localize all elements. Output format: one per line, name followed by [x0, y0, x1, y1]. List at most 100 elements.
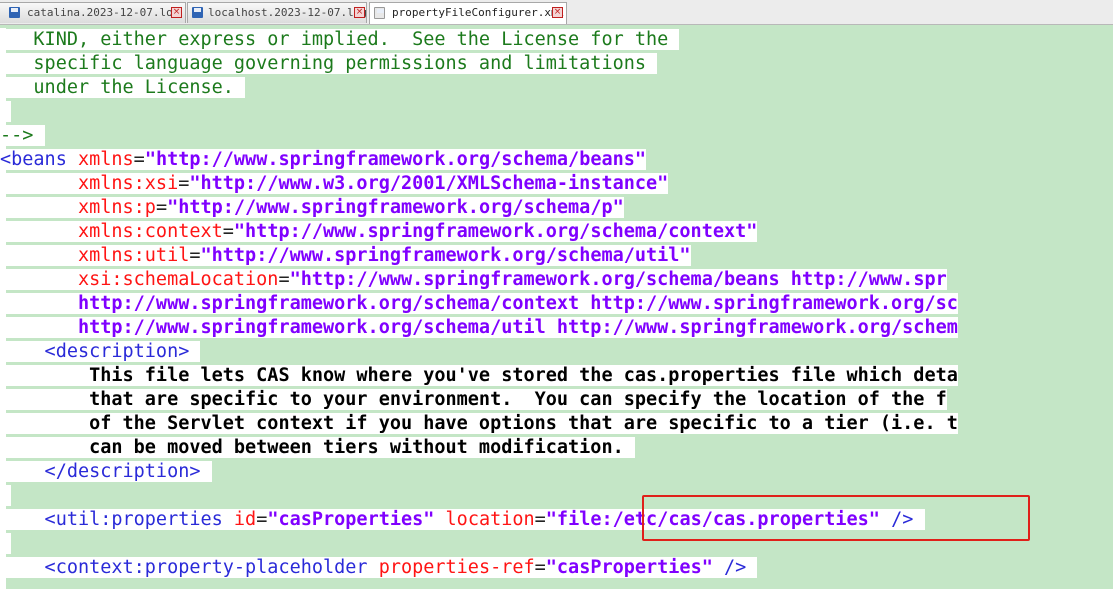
code-line-text: can be moved between tiers without modif…	[0, 437, 635, 458]
code-line: <beans xmlns="http://www.springframework…	[0, 148, 647, 172]
code-token: =	[534, 509, 546, 530]
code-line: </description>	[0, 460, 212, 484]
code-line	[0, 532, 12, 556]
code-line: of the Servlet context if you have optio…	[0, 412, 958, 436]
code-token: =	[178, 173, 190, 194]
code-token: "http://www.springframework.org/schema/c…	[233, 221, 758, 242]
code-token: xmlns:p	[0, 197, 156, 218]
highlight-box	[642, 495, 1030, 541]
close-tab-icon[interactable]: ×	[552, 7, 563, 18]
code-line-text: xmlns:context="http://www.springframewor…	[0, 221, 758, 242]
code-line-text: of the Servlet context if you have optio…	[0, 413, 958, 434]
code-token: xmlns:xsi	[0, 173, 179, 194]
code-token: "http://www.springframework.org/schema/u…	[200, 245, 691, 266]
close-tab-icon[interactable]: ×	[354, 7, 365, 18]
code-line: <context:property-placeholder properties…	[0, 556, 758, 580]
save-disk-icon	[192, 7, 203, 18]
code-token: -->	[0, 125, 45, 146]
code-line-text	[0, 101, 12, 122]
code-token: location	[445, 509, 535, 530]
code-token: can be moved between tiers without modif…	[0, 437, 635, 458]
tab-localhost-log[interactable]: localhost.2023-12-07.log ×	[187, 2, 367, 23]
code-token: =	[155, 197, 168, 218]
code-line: xmlns:p="http://www.springframework.org/…	[0, 196, 624, 220]
code-token: that are specific to your environment. Y…	[0, 389, 947, 410]
code-line-text: KIND, either express or implied. See the…	[0, 29, 680, 50]
code-token: =	[278, 269, 290, 290]
code-line-text: <context:property-placeholder properties…	[0, 557, 758, 578]
code-line: -->	[0, 124, 45, 148]
code-line-text: -->	[0, 125, 45, 146]
code-line-text: xmlns:xsi="http://www.w3.org/2001/XMLSch…	[0, 173, 669, 194]
code-line: KIND, either express or implied. See the…	[0, 28, 680, 52]
code-token: http://www.springframework.org/schema/ut…	[0, 317, 958, 338]
code-token: =	[133, 149, 145, 170]
code-token: xmlns:context	[0, 221, 223, 242]
code-line-text: This file lets CAS know where you've sto…	[0, 365, 958, 386]
code-token: xmlns	[77, 149, 134, 170]
code-editor[interactable]: KIND, either express or implied. See the…	[0, 28, 1113, 589]
code-line: xmlns:context="http://www.springframewor…	[0, 220, 758, 244]
code-line-text: </description>	[0, 461, 212, 482]
code-line: xmlns:util="http://www.springframework.o…	[0, 244, 691, 268]
tab-property-file-configurer[interactable]: propertyFileConfigurer.xml ×	[369, 2, 567, 24]
code-line: can be moved between tiers without modif…	[0, 436, 635, 460]
code-line-text: xsi:schemaLocation="http://www.springfra…	[0, 269, 947, 290]
code-token: "casProperties"	[545, 557, 724, 578]
code-token: "http://www.springframework.org/schema/b…	[289, 269, 947, 290]
code-line-text: <beans xmlns="http://www.springframework…	[0, 149, 647, 170]
code-token: =	[189, 245, 201, 266]
code-token: </description>	[0, 461, 212, 482]
code-line	[0, 100, 12, 124]
code-token: <context:property-placeholder	[0, 557, 379, 578]
tab-label: propertyFileConfigurer.xml	[392, 6, 565, 19]
code-line-text: that are specific to your environment. Y…	[0, 389, 947, 410]
code-line: http://www.springframework.org/schema/ut…	[0, 316, 958, 340]
file-doc-icon	[374, 7, 385, 19]
code-line: This file lets CAS know where you've sto…	[0, 364, 958, 388]
close-tab-icon[interactable]: ×	[171, 7, 182, 18]
code-token: specific language governing permissions …	[0, 53, 658, 74]
code-line: specific language governing permissions …	[0, 52, 658, 76]
code-line-text	[0, 533, 12, 554]
code-token: "http://www.springframework.org/schema/p…	[167, 197, 624, 218]
tab-label: catalina.2023-12-07.log	[27, 6, 180, 19]
save-disk-icon	[9, 7, 20, 18]
code-token: "http://www.w3.org/2001/XMLSchema-instan…	[189, 173, 669, 194]
code-token: <util:properties	[0, 509, 234, 530]
code-line: <description>	[0, 340, 201, 364]
code-token: <description>	[0, 341, 201, 362]
code-line-text: specific language governing permissions …	[0, 53, 658, 74]
tab-catalina-log[interactable]: catalina.2023-12-07.log ×	[0, 2, 186, 23]
code-token: KIND, either express or implied. See the…	[0, 29, 680, 50]
code-line-text: xmlns:p="http://www.springframework.org/…	[0, 197, 624, 218]
code-line-text: under the License.	[0, 77, 246, 98]
code-token: http://www.springframework.org/schema/co…	[0, 293, 958, 314]
code-line-text: <description>	[0, 341, 201, 362]
code-token: =	[256, 509, 268, 530]
code-line-text: xmlns:util="http://www.springframework.o…	[0, 245, 691, 266]
code-line: http://www.springframework.org/schema/co…	[0, 292, 958, 316]
code-line: that are specific to your environment. Y…	[0, 388, 947, 412]
tab-bar: catalina.2023-12-07.log × localhost.2023…	[0, 0, 1113, 25]
tab-label: localhost.2023-12-07.log	[208, 6, 367, 19]
code-token: properties-ref	[378, 557, 535, 578]
code-token: />	[724, 557, 758, 578]
code-line	[0, 484, 12, 508]
code-token: <beans	[0, 149, 78, 170]
code-token: "http://www.springframework.org/schema/b…	[144, 149, 647, 170]
code-token: of the Servlet context if you have optio…	[0, 413, 958, 434]
code-token: This file lets CAS know where you've sto…	[0, 365, 958, 386]
code-line: under the License.	[0, 76, 246, 100]
code-token: xsi:schemaLocation	[0, 269, 279, 290]
code-token: id	[233, 509, 257, 530]
code-token: under the License.	[0, 77, 246, 98]
code-token: xmlns:util	[0, 245, 190, 266]
code-line: xmlns:xsi="http://www.w3.org/2001/XMLSch…	[0, 172, 669, 196]
code-line-text	[0, 485, 12, 506]
code-token: =	[222, 221, 234, 242]
code-line: xsi:schemaLocation="http://www.springfra…	[0, 268, 947, 292]
